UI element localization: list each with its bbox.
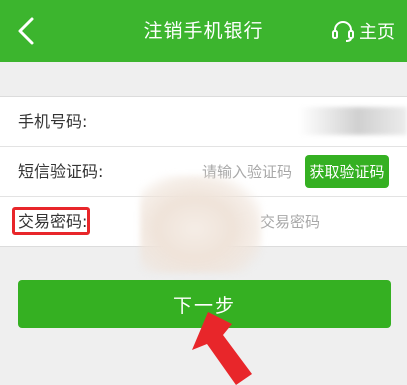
sms-label: 短信验证码: — [18, 162, 104, 181]
app-header: 注销手机银行 主页 — [0, 0, 407, 62]
get-code-button[interactable]: 获取验证码 — [305, 155, 389, 188]
headset-icon — [332, 21, 354, 42]
home-label: 主页 — [359, 22, 395, 43]
pointer-arrow-icon — [192, 312, 252, 385]
phone-row: 手机号码: — [0, 97, 407, 147]
phone-label: 手机号码: — [18, 112, 88, 131]
label-highlight-box — [12, 207, 90, 235]
mosaic-blur-overlay — [140, 175, 262, 273]
home-button[interactable]: 主页 — [331, 10, 395, 52]
phone-number-masked — [299, 107, 407, 135]
